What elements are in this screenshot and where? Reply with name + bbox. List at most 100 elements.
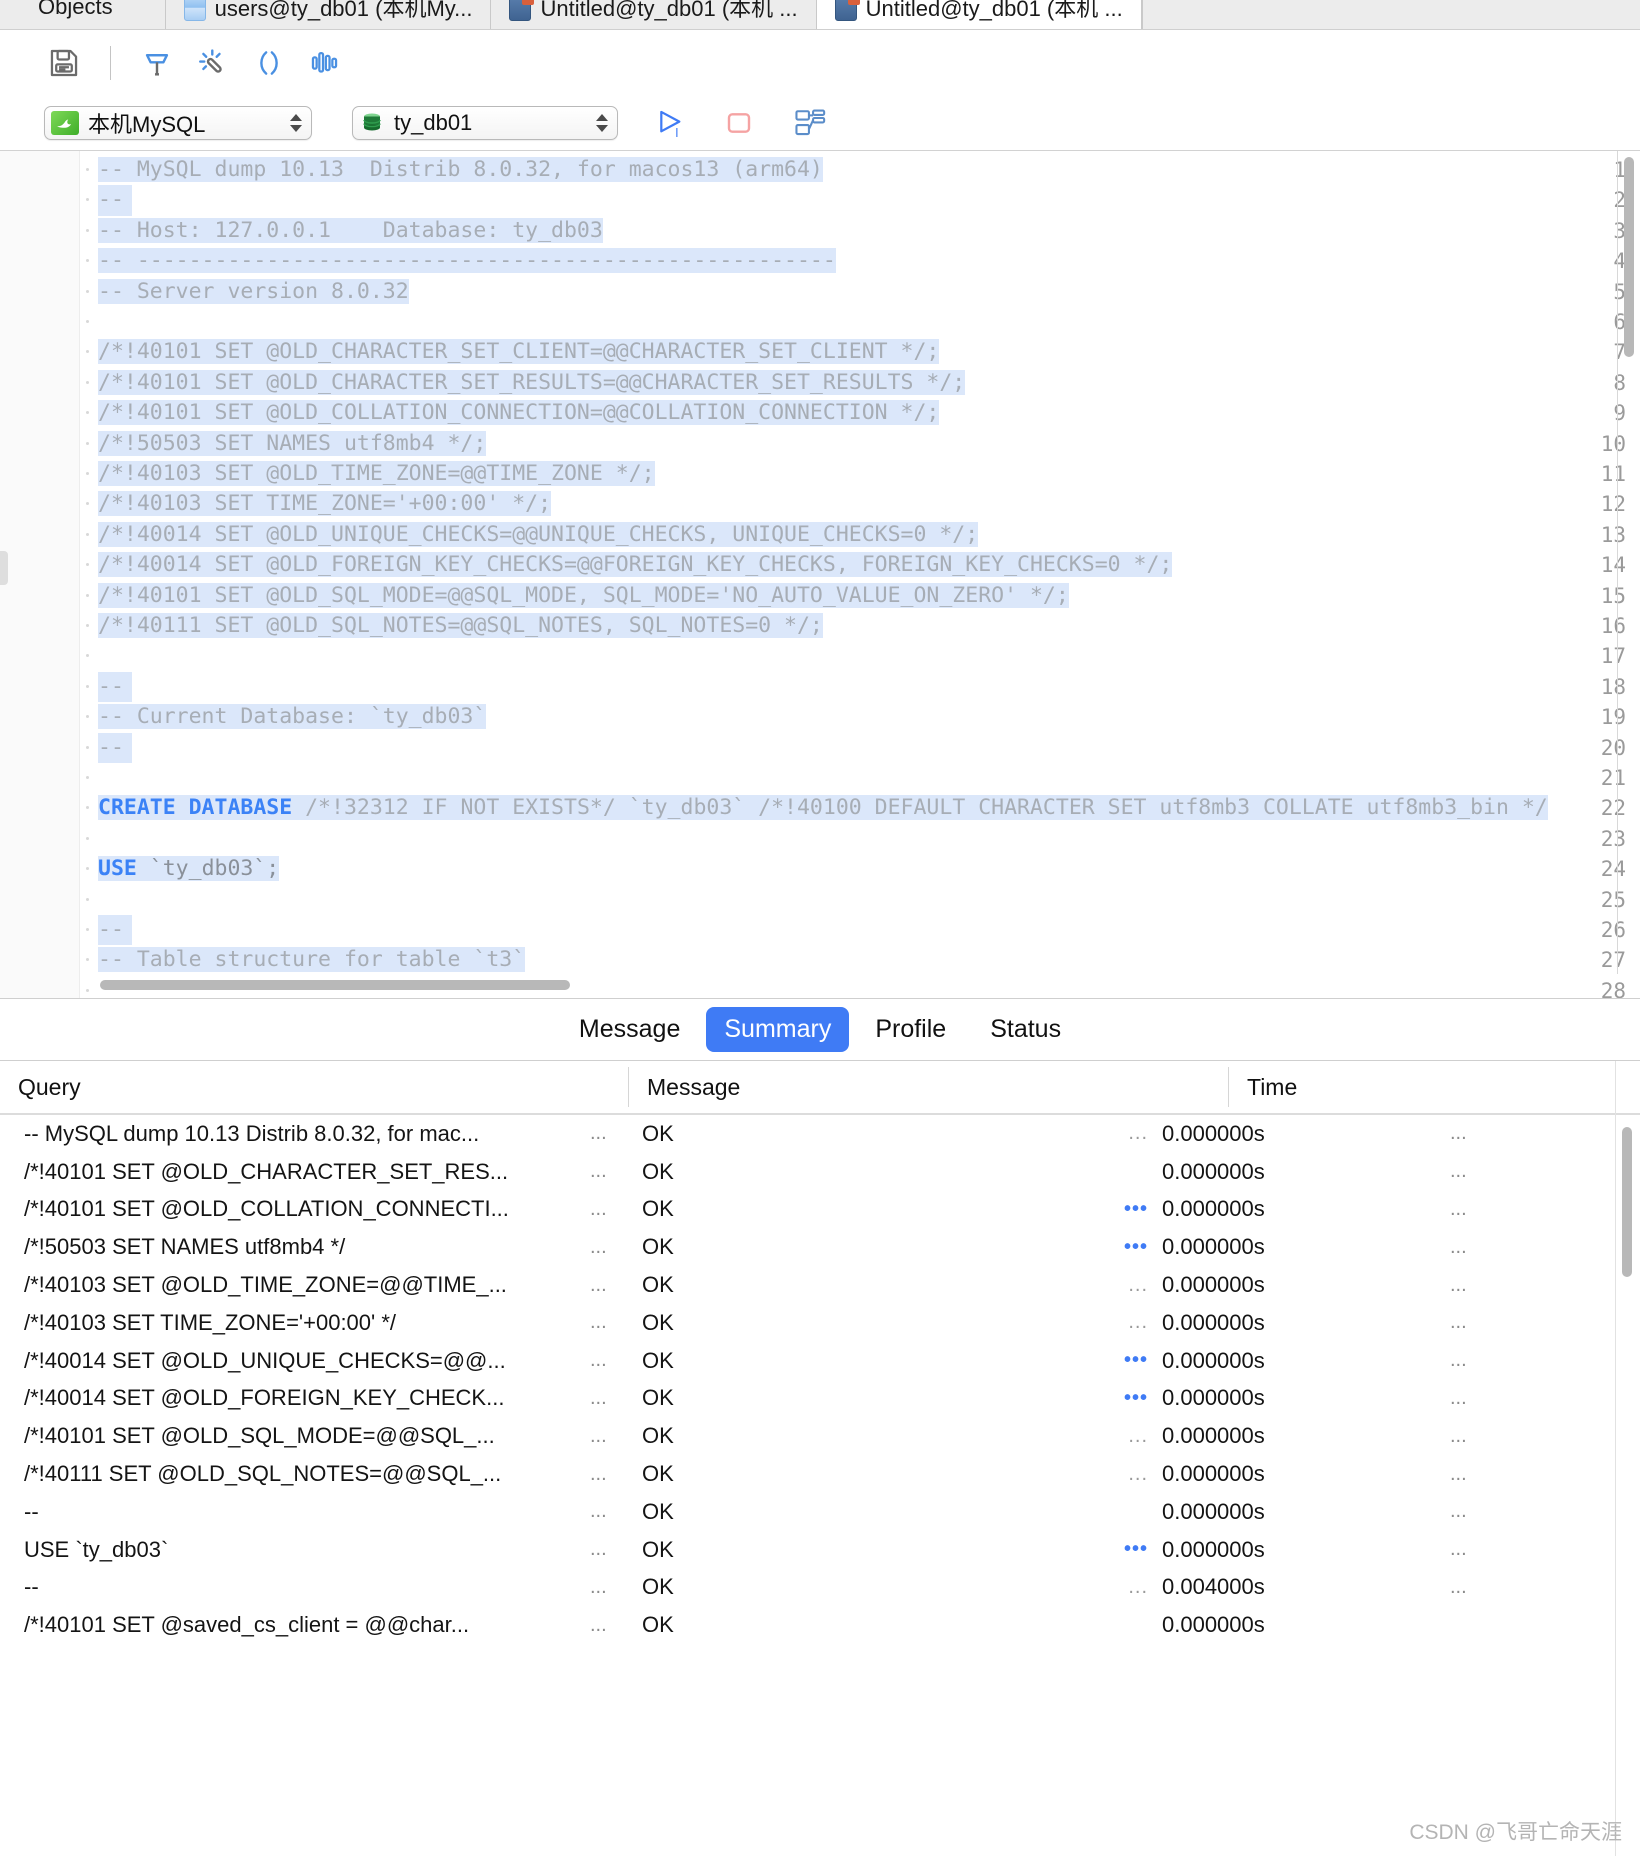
code-token: /*!40014 SET @OLD_UNIQUE_CHECKS=@@UNIQUE… <box>98 521 979 547</box>
fold-dot <box>86 502 89 506</box>
cell-query: /*!40101 SET @OLD_CHARACTER_SET_RES... <box>24 1158 509 1184</box>
table-row[interactable]: /*!40101 SET @OLD_COLLATION_CONNECTI....… <box>0 1191 1640 1229</box>
tab-untitled-2[interactable]: Untitled@ty_db01 (本机 ... <box>816 0 1142 29</box>
code-line[interactable]: -- Host: 127.0.0.1 Database: ty_db03 <box>98 216 603 246</box>
table-row[interactable]: /*!40111 SET @OLD_SQL_NOTES=@@SQL_......… <box>0 1455 1640 1493</box>
tab-message[interactable]: Message <box>561 1007 698 1052</box>
cell-query-ellipsis: ... <box>590 1500 607 1523</box>
tab-untitled-2-label: Untitled@ty_db01 (本机 ... <box>865 0 1123 21</box>
editor-vertical-scrollbar[interactable] <box>1624 157 1634 357</box>
cell-query-ellipsis: ... <box>590 1575 607 1598</box>
table-row[interactable]: /*!40014 SET @OLD_UNIQUE_CHECKS=@@......… <box>0 1342 1640 1380</box>
code-line[interactable]: /*!50503 SET NAMES utf8mb4 */; <box>98 429 487 459</box>
table-row[interactable]: /*!40101 SET @OLD_SQL_MODE=@@SQL_...... O… <box>0 1417 1640 1455</box>
cell-query: /*!40014 SET @OLD_UNIQUE_CHECKS=@@... <box>24 1347 506 1373</box>
query-icon <box>509 0 535 21</box>
code-line[interactable]: -- Server version 8.0.32 <box>98 277 409 307</box>
fold-dot <box>86 624 89 627</box>
code-area[interactable]: -- MySQL dump 10.13 Distrib 8.0.32, for … <box>98 151 1640 998</box>
code-line[interactable]: -- <box>98 671 132 703</box>
cell-time: 0.000000s <box>1162 1158 1265 1184</box>
sql-editor[interactable]: 1 2 3 4 5 6 7 8 9 10 11 12 13 14 15 16 17 18 19 20 21 22 23 24 2… <box>0 150 1640 998</box>
beautify-button[interactable] <box>129 37 185 89</box>
tab-users-ty-db01[interactable]: users@ty_db01 (本机My... <box>165 0 492 29</box>
cell-message: OK <box>642 1347 674 1373</box>
code-line[interactable]: -- Current Database: `ty_db03` <box>98 702 487 732</box>
tab-status[interactable]: Status <box>972 1007 1079 1052</box>
table-row[interactable]: --... OK... 0.004000s... <box>0 1569 1640 1607</box>
cell-query-ellipsis: ... <box>590 1613 607 1636</box>
stop-icon <box>727 113 751 133</box>
table-row[interactable]: /*!40101 SET @OLD_CHARACTER_SET_RES.....… <box>0 1153 1640 1191</box>
column-header-time[interactable]: Time <box>1228 1067 1558 1107</box>
tab-objects[interactable]: Objects <box>0 0 166 29</box>
table-row[interactable]: /*!40101 SET @saved_cs_client = @@char..… <box>0 1606 1640 1644</box>
tab-untitled-1[interactable]: Untitled@ty_db01 (本机 ... <box>491 0 817 29</box>
cell-message: OK <box>642 1574 674 1600</box>
code-line[interactable] <box>98 824 132 854</box>
fold-dot <box>86 836 89 840</box>
code-line[interactable]: /*!40103 SET TIME_ZONE='+00:00' */; <box>98 489 552 519</box>
code-line[interactable]: /*!40101 SET @OLD_CHARACTER_SET_RESULTS=… <box>98 368 966 398</box>
code-line[interactable]: -- <box>98 185 132 216</box>
code-line[interactable]: CREATE DATABASE /*!32312 IF NOT EXISTS*/… <box>98 793 1548 823</box>
code-line[interactable]: -- Table structure for table `t3` <box>98 945 526 975</box>
cell-message: OK <box>642 1423 674 1449</box>
summary-results-panel: Query Message Time -- MySQL dump 10.13 D… <box>0 1060 1640 1856</box>
connection-select[interactable]: 本机MySQL <box>44 106 312 140</box>
code-line[interactable]: USE `ty_db03`; <box>98 854 280 884</box>
code-line[interactable] <box>98 763 132 793</box>
code-line[interactable]: /*!40101 SET @OLD_SQL_MODE=@@SQL_MODE, S… <box>98 581 1069 611</box>
connection-stepper[interactable] <box>286 109 306 137</box>
code-line[interactable]: /*!40014 SET @OLD_UNIQUE_CHECKS=@@UNIQUE… <box>98 520 979 550</box>
watermark: CSDN @飞哥亡命天涯 <box>1409 1821 1622 1844</box>
cell-message: OK <box>642 1461 674 1487</box>
code-line[interactable]: /*!40101 SET @OLD_CHARACTER_SET_CLIENT=@… <box>98 337 940 367</box>
code-line[interactable]: -- MySQL dump 10.13 Distrib 8.0.32, for … <box>98 155 823 185</box>
code-line[interactable]: /*!40111 SET @OLD_SQL_NOTES=@@SQL_NOTES,… <box>98 611 823 641</box>
table-row[interactable]: /*!40103 SET TIME_ZONE='+00:00' */... OK.… <box>0 1304 1640 1342</box>
panel-resize-handle[interactable] <box>0 551 8 585</box>
code-line[interactable]: /*!40014 SET @OLD_FOREIGN_KEY_CHECKS=@@F… <box>98 550 1173 580</box>
table-row[interactable]: -- MySQL dump 10.13 Distrib 8.0.32, for … <box>0 1115 1640 1153</box>
code-token: -- <box>98 917 124 942</box>
tab-profile[interactable]: Profile <box>857 1007 964 1052</box>
stop-button[interactable] <box>716 103 762 143</box>
table-vertical-scrollbar[interactable] <box>1622 1127 1632 1277</box>
code-line[interactable]: -- -------------------------------------… <box>98 246 836 276</box>
line-number-gutter <box>0 151 80 998</box>
fold-dot <box>86 897 89 901</box>
table-row[interactable]: /*!40014 SET @OLD_FOREIGN_KEY_CHECK.....… <box>0 1380 1640 1418</box>
code-line[interactable] <box>98 885 132 915</box>
code-line[interactable] <box>98 307 132 337</box>
magic-wand-button[interactable] <box>185 37 241 89</box>
column-header-query[interactable]: Query <box>0 1067 628 1107</box>
tab-message-label: Message <box>578 1015 681 1043</box>
explain-button[interactable] <box>297 37 353 89</box>
table-row[interactable]: USE `ty_db03`... OK ••• 0.000000s... <box>0 1531 1640 1569</box>
database-select[interactable]: ty_db01 <box>352 106 618 140</box>
column-header-message[interactable]: Message <box>628 1067 1228 1107</box>
snippet-button[interactable] <box>241 37 297 89</box>
code-line[interactable]: /*!40101 SET @OLD_COLLATION_CONNECTION=@… <box>98 398 940 428</box>
code-line[interactable] <box>98 641 132 671</box>
code-line[interactable]: -- <box>98 915 132 946</box>
save-button[interactable] <box>36 37 92 89</box>
table-header-row: Query Message Time <box>0 1061 1640 1115</box>
table-row[interactable]: --... OK 0.000000s... <box>0 1493 1640 1531</box>
explain-plan-button[interactable] <box>788 103 834 143</box>
database-stepper[interactable] <box>592 109 612 137</box>
cell-time: 0.000000s <box>1162 1234 1265 1260</box>
code-token: /*!32312 IF NOT EXISTS*/ `ty_db03` /*!40… <box>292 795 1548 821</box>
tab-untitled-1-label: Untitled@ty_db01 (本机 ... <box>540 0 798 21</box>
run-button[interactable]: I <box>648 103 694 143</box>
code-line[interactable]: -- <box>98 732 132 763</box>
tab-summary[interactable]: Summary <box>706 1007 850 1052</box>
table-row[interactable]: /*!40103 SET @OLD_TIME_ZONE=@@TIME_.....… <box>0 1266 1640 1304</box>
code-line[interactable]: /*!40103 SET @OLD_TIME_ZONE=@@TIME_ZONE … <box>98 459 655 489</box>
editor-horizontal-scrollbar[interactable] <box>100 980 570 990</box>
table-row[interactable]: /*!50503 SET NAMES utf8mb4 */... OK ••• 0.0… <box>0 1228 1640 1266</box>
cell-message: OK <box>642 1385 674 1411</box>
cell-message: OK <box>642 1196 674 1222</box>
cell-time-indicator: ... <box>1128 1273 1148 1296</box>
